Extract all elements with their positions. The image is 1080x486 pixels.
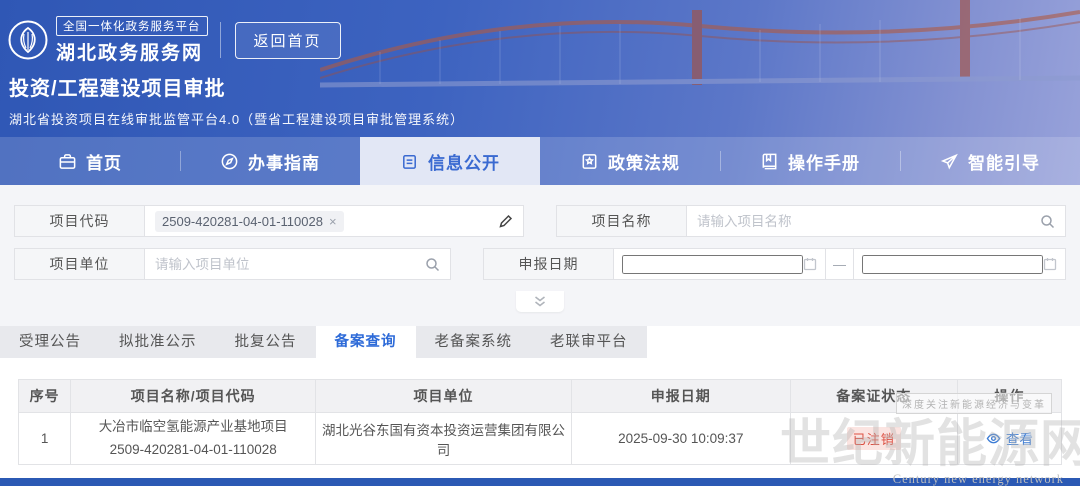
tab-pre-approval-publicity[interactable]: 拟批准公示 bbox=[100, 326, 216, 358]
cell-project: 大冶市临空氢能源产业基地项目 2509-420281-04-01-110028 bbox=[71, 413, 316, 465]
apply-date-end[interactable] bbox=[853, 249, 1065, 279]
col-project: 项目名称/项目代码 bbox=[71, 380, 316, 413]
cell-status: 已注销 bbox=[790, 413, 957, 465]
project-unit-label: 项目单位 bbox=[15, 249, 145, 279]
header-top-row: 全国一体化政务服务平台 湖北政务服务网 返回首页 bbox=[0, 0, 1080, 64]
page: 全国一体化政务服务平台 湖北政务服务网 返回首页 投资/工程建设项目审批 湖北省… bbox=[0, 0, 1080, 486]
nav-item-guide[interactable]: 办事指南 bbox=[180, 137, 360, 185]
collapse-filters-button[interactable] bbox=[516, 291, 564, 312]
collapse-row bbox=[14, 291, 1066, 312]
nav-item-information[interactable]: 信息公开 bbox=[360, 137, 540, 185]
result-tabs: 受理公告 拟批准公示 批复公告 备案查询 老备案系统 老联审平台 bbox=[0, 326, 647, 358]
nav-item-home[interactable]: 首页 bbox=[0, 137, 180, 185]
tab-old-joint-review[interactable]: 老联审平台 bbox=[531, 326, 647, 358]
project-name-label: 项目名称 bbox=[557, 206, 687, 236]
view-link-label: 查看 bbox=[1006, 428, 1033, 448]
tag-value: 2509-420281-04-01-110028 bbox=[162, 214, 323, 229]
cell-action: 查看 bbox=[957, 413, 1061, 465]
project-code-field[interactable]: 2509-420281-04-01-110028 × bbox=[145, 206, 523, 236]
results-panel: 受理公告 拟批准公示 批复公告 备案查询 老备案系统 老联审平台 序号 项目名称… bbox=[0, 326, 1080, 486]
page-subtitle: 湖北省投资项目在线审批监管平台4.0（暨省工程建设项目审批管理系统） bbox=[0, 101, 1080, 128]
cell-unit: 湖北光谷东国有资本投资运营集团有限公司 bbox=[316, 413, 572, 465]
site-logo-icon bbox=[8, 20, 48, 60]
tab-record-query[interactable]: 备案查询 bbox=[316, 326, 416, 358]
col-date: 申报日期 bbox=[571, 380, 790, 413]
nav-label: 操作手册 bbox=[788, 149, 860, 174]
site-name: 湖北政务服务网 bbox=[56, 38, 208, 65]
apply-date-label: 申报日期 bbox=[484, 249, 614, 279]
brand-block: 全国一体化政务服务平台 湖北政务服务网 bbox=[56, 16, 208, 65]
status-badge: 已注销 bbox=[847, 427, 901, 450]
project-unit-input[interactable] bbox=[155, 257, 417, 272]
nav-item-policy[interactable]: 政策法规 bbox=[540, 137, 720, 185]
filter-row-2: 项目单位 申报日期 bbox=[14, 248, 1066, 280]
tag-close-icon[interactable]: × bbox=[329, 214, 337, 229]
bottom-blue-bar bbox=[0, 478, 1080, 486]
edit-pencil-icon[interactable] bbox=[498, 214, 513, 229]
view-link[interactable]: 查看 bbox=[986, 428, 1033, 448]
table-header-row: 序号 项目名称/项目代码 项目单位 申报日期 备案证状态 操作 bbox=[19, 380, 1062, 413]
filter-project-unit: 项目单位 bbox=[14, 248, 451, 280]
eye-icon bbox=[986, 431, 1001, 446]
site-header: 全国一体化政务服务平台 湖北政务服务网 返回首页 投资/工程建设项目审批 湖北省… bbox=[0, 0, 1080, 185]
project-name-input[interactable] bbox=[697, 214, 1032, 229]
tab-approval-notice[interactable]: 批复公告 bbox=[216, 326, 316, 358]
table-row: 1 大冶市临空氢能源产业基地项目 2509-420281-04-01-11002… bbox=[19, 413, 1062, 465]
nav-label: 智能引导 bbox=[968, 149, 1040, 174]
apply-date-start[interactable] bbox=[614, 249, 826, 279]
paper-plane-icon bbox=[940, 152, 959, 171]
col-unit: 项目单位 bbox=[316, 380, 572, 413]
date-range-separator: — bbox=[826, 257, 853, 272]
briefcase-icon bbox=[58, 152, 77, 171]
apply-date-end-input[interactable] bbox=[862, 255, 1043, 274]
cell-index: 1 bbox=[19, 413, 71, 465]
filter-project-name: 项目名称 bbox=[556, 205, 1066, 237]
nav-label: 首页 bbox=[86, 149, 122, 174]
policy-star-icon bbox=[580, 152, 599, 171]
clipboard-icon bbox=[400, 152, 419, 171]
back-home-button[interactable]: 返回首页 bbox=[235, 22, 341, 59]
calendar-icon[interactable] bbox=[803, 257, 817, 271]
double-chevron-down-icon bbox=[533, 295, 547, 308]
header-divider bbox=[220, 22, 221, 58]
platform-badge: 全国一体化政务服务平台 bbox=[56, 16, 208, 36]
tab-old-record-system[interactable]: 老备案系统 bbox=[416, 326, 532, 358]
apply-date-start-input[interactable] bbox=[622, 255, 803, 274]
tab-acceptance-notice[interactable]: 受理公告 bbox=[0, 326, 100, 358]
col-action: 操作 bbox=[957, 380, 1061, 413]
nav-label: 办事指南 bbox=[248, 149, 320, 174]
results-table: 序号 项目名称/项目代码 项目单位 申报日期 备案证状态 操作 1 大冶市临空氢… bbox=[18, 379, 1062, 465]
project-code-label: 项目代码 bbox=[15, 206, 145, 236]
search-icon[interactable] bbox=[1040, 214, 1055, 229]
project-name-text: 大冶市临空氢能源产业基地项目 bbox=[71, 416, 315, 438]
col-status: 备案证状态 bbox=[790, 380, 957, 413]
filter-row-1: 项目代码 2509-420281-04-01-110028 × 项目名称 bbox=[14, 205, 1066, 237]
book-icon bbox=[760, 152, 779, 171]
nav-label: 信息公开 bbox=[428, 149, 500, 174]
filter-apply-date: 申报日期 — bbox=[483, 248, 1066, 280]
calendar-icon[interactable] bbox=[1043, 257, 1057, 271]
cell-date: 2025-09-30 10:09:37 bbox=[571, 413, 790, 465]
col-index: 序号 bbox=[19, 380, 71, 413]
project-code-tag: 2509-420281-04-01-110028 × bbox=[155, 211, 344, 232]
main-nav: 首页 办事指南 信息公开 政策法规 bbox=[0, 137, 1080, 185]
nav-label: 政策法规 bbox=[608, 149, 680, 174]
project-code-text: 2509-420281-04-01-110028 bbox=[71, 439, 315, 461]
compass-icon bbox=[220, 152, 239, 171]
nav-item-smart-guide[interactable]: 智能引导 bbox=[900, 137, 1080, 185]
search-icon[interactable] bbox=[425, 257, 440, 272]
page-title: 投资/工程建设项目审批 bbox=[0, 64, 1080, 101]
nav-item-manual[interactable]: 操作手册 bbox=[720, 137, 900, 185]
filter-project-code: 项目代码 2509-420281-04-01-110028 × bbox=[14, 205, 524, 237]
filter-panel: 项目代码 2509-420281-04-01-110028 × 项目名称 bbox=[0, 185, 1080, 312]
